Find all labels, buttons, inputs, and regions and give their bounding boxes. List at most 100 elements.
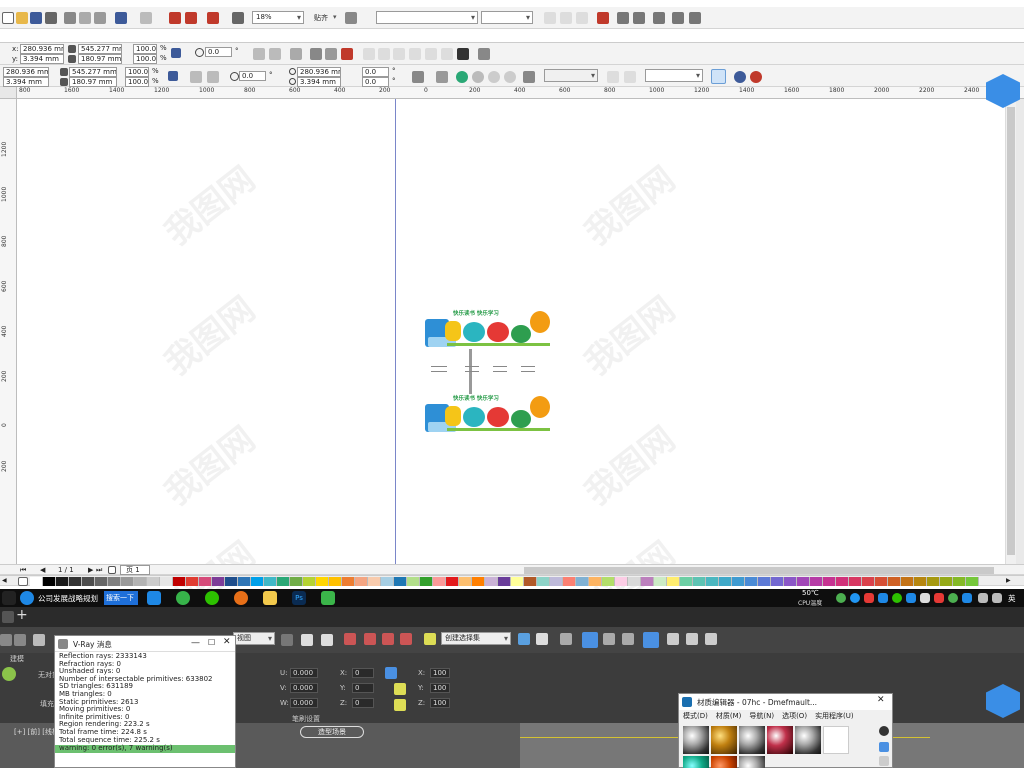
palette-swatch[interactable] [407,577,420,586]
horizontal-text-icon[interactable] [672,12,684,24]
font-size-combo[interactable] [481,11,533,24]
palette-swatch[interactable] [355,577,368,586]
app-green-icon[interactable] [321,591,335,605]
palette-swatch[interactable] [589,577,602,586]
vray-titlebar[interactable]: V-Ray 消息 — ☐ ✕ [55,636,235,652]
browser-icon[interactable] [20,591,34,605]
zoom-combo[interactable]: 18% [252,11,304,24]
mirror-h-icon-2[interactable] [190,71,202,83]
network-icon[interactable] [978,593,988,603]
max-w-field[interactable]: 0.000 [290,698,318,708]
width-field[interactable]: 545.277 mm [78,44,122,54]
palette-swatch[interactable] [914,577,927,586]
tray-icon-5[interactable] [892,593,902,603]
max-graphite-icon[interactable] [582,632,598,648]
weld-icon[interactable] [378,48,390,60]
palette-swatch[interactable] [433,577,446,586]
palette-swatch[interactable] [667,577,680,586]
palette-swatch[interactable] [212,577,225,586]
vertical-scrollbar[interactable] [1005,99,1016,564]
import-icon[interactable] [169,12,181,24]
max-pivot-icon[interactable] [281,634,293,646]
max-material-editor-icon[interactable] [643,632,659,648]
mat-slot-6[interactable] [823,726,849,754]
save-icon[interactable] [30,12,42,24]
outline-icon[interactable] [523,71,535,83]
print-icon[interactable] [45,12,57,24]
palette-swatch[interactable] [810,577,823,586]
max-y-pct-field[interactable]: 100 [430,683,450,693]
palette-swatch[interactable] [537,577,550,586]
ruler-origin[interactable] [0,87,17,99]
mat-menu-item[interactable]: 材质(M) [716,710,742,722]
palette-swatch[interactable] [238,577,251,586]
mat-slot-4[interactable] [767,726,793,754]
palette-swatch[interactable] [771,577,784,586]
underline-icon[interactable] [576,12,588,24]
palette-swatch[interactable] [641,577,654,586]
mirror-v-icon[interactable] [269,48,281,60]
palette-swatch[interactable] [888,577,901,586]
max-tab-modeling[interactable]: 建模 [10,654,24,664]
max-selection-set-combo[interactable]: 创建选择集 [441,632,511,645]
scale-x-field[interactable]: 100.0 [133,44,157,54]
max-view-combo[interactable]: 视图 [233,632,275,645]
palette-swatch[interactable] [849,577,862,586]
next-page-icon[interactable]: ▶ [88,566,96,574]
palette-swatch[interactable] [316,577,329,586]
palette-swatch[interactable] [836,577,849,586]
max-angle-snap-icon[interactable] [364,633,376,645]
max-spinner-snap-icon[interactable] [400,633,412,645]
palette-swatch[interactable] [784,577,797,586]
max-curve-editor-icon[interactable] [603,633,615,645]
palette-swatch[interactable] [173,577,186,586]
cut-icon[interactable] [64,12,76,24]
delete-icon[interactable] [624,71,636,83]
tray-icon-8[interactable] [934,593,944,603]
y-position-field[interactable]: 3.394 mm [20,54,64,64]
taskbar-search[interactable]: 搜索一下 [104,591,138,605]
vertical-text-icon[interactable] [689,12,701,24]
firefox-icon[interactable] [234,591,248,605]
horizontal-scrollbar[interactable] [524,567,994,574]
palette-swatch[interactable] [251,577,264,586]
lock-ratio-icon-2[interactable] [168,71,178,81]
palette-swatch[interactable] [693,577,706,586]
mat-menu-item[interactable]: 模式(D) [683,710,708,722]
scale-y-field[interactable]: 100.0 [133,54,157,64]
fill-green-icon[interactable] [456,71,468,83]
mirror-h-icon[interactable] [253,48,265,60]
mat-slot-7[interactable] [683,756,709,768]
palette-swatch[interactable] [446,577,459,586]
max-u-field[interactable]: 0.000 [290,668,318,678]
palette-swatch[interactable] [524,577,537,586]
wrap-icon[interactable] [290,48,302,60]
mat-menu-item[interactable]: 选项(O) [782,710,807,722]
mat-slot-8[interactable] [711,756,737,768]
boundary-icon[interactable] [457,48,469,60]
app-bird-icon[interactable] [147,591,161,605]
style-combo-disabled[interactable] [544,69,598,82]
palette-swatch[interactable] [56,577,69,586]
convert-icon[interactable] [436,71,448,83]
drawing-canvas[interactable]: 我图网我图网我图网我图网我图网我图网我图网我图网 快乐读书 快乐学习 快乐读书 … [17,99,1005,628]
offset-y-field[interactable]: 0.0 [362,77,389,87]
tray-icon-6[interactable] [906,593,916,603]
palette-swatch[interactable] [823,577,836,586]
lock-ratio-icon[interactable] [171,48,181,58]
first-page-icon[interactable]: ⏮ [20,566,28,574]
wechat-icon[interactable] [205,591,219,605]
center-x-field[interactable]: 280.936 mm [297,67,341,77]
palette-swatch[interactable] [290,577,303,586]
max-uvw-icon[interactable] [394,683,406,695]
mat-background-icon[interactable] [879,756,889,766]
italic-icon[interactable] [560,12,572,24]
copy-properties-icon[interactable] [607,71,619,83]
mat-slot-5[interactable] [795,726,821,754]
vray-maximize-button[interactable]: ☐ [208,638,215,647]
palette-swatch[interactable] [368,577,381,586]
palette-swatch[interactable] [732,577,745,586]
palette-swatch[interactable] [745,577,758,586]
palette-swatch[interactable] [121,577,134,586]
palette-swatch[interactable] [420,577,433,586]
